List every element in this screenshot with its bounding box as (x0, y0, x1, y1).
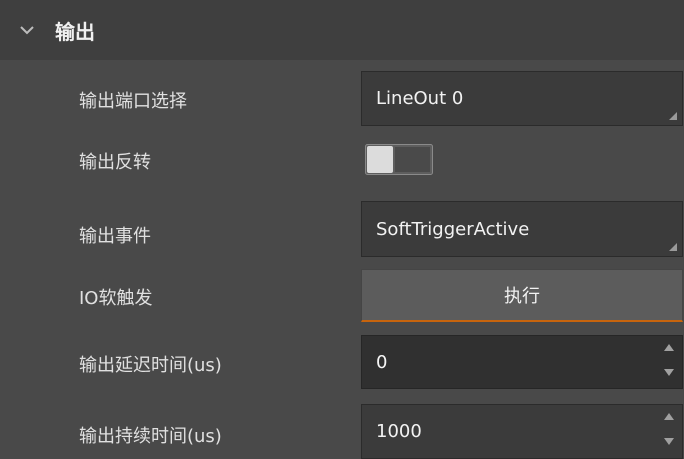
execute-button[interactable]: 执行 (361, 269, 683, 322)
output-invert-toggle[interactable] (365, 144, 433, 175)
output-duration-spinbox[interactable]: 1000 (361, 404, 683, 459)
decrement-arrow-icon[interactable] (664, 438, 674, 445)
output-port-select[interactable]: LineOut 0 (361, 71, 683, 126)
output-delay-label: 输出延迟时间(us) (79, 355, 222, 376)
section-title: 输出 (55, 20, 95, 44)
decrement-arrow-icon[interactable] (664, 369, 674, 376)
output-duration-label: 输出持续时间(us) (79, 426, 222, 447)
io-soft-trigger-label: IO软触发 (79, 288, 153, 309)
dropdown-corner-icon (669, 243, 677, 251)
chevron-down-icon[interactable] (20, 25, 34, 35)
output-delay-spinbox[interactable]: 0 (361, 335, 683, 389)
output-port-value: LineOut 0 (376, 88, 464, 109)
output-event-label: 输出事件 (79, 226, 151, 247)
increment-arrow-icon[interactable] (664, 413, 674, 420)
output-event-value: SoftTriggerActive (376, 218, 530, 240)
output-event-select[interactable]: SoftTriggerActive (361, 201, 683, 257)
output-delay-value: 0 (376, 351, 388, 373)
output-invert-label: 输出反转 (79, 152, 151, 173)
increment-arrow-icon[interactable] (664, 344, 674, 351)
dropdown-corner-icon (669, 112, 677, 120)
section-header[interactable]: 输出 (0, 0, 684, 60)
output-port-label: 输出端口选择 (79, 91, 187, 112)
output-duration-value: 1000 (376, 421, 422, 442)
